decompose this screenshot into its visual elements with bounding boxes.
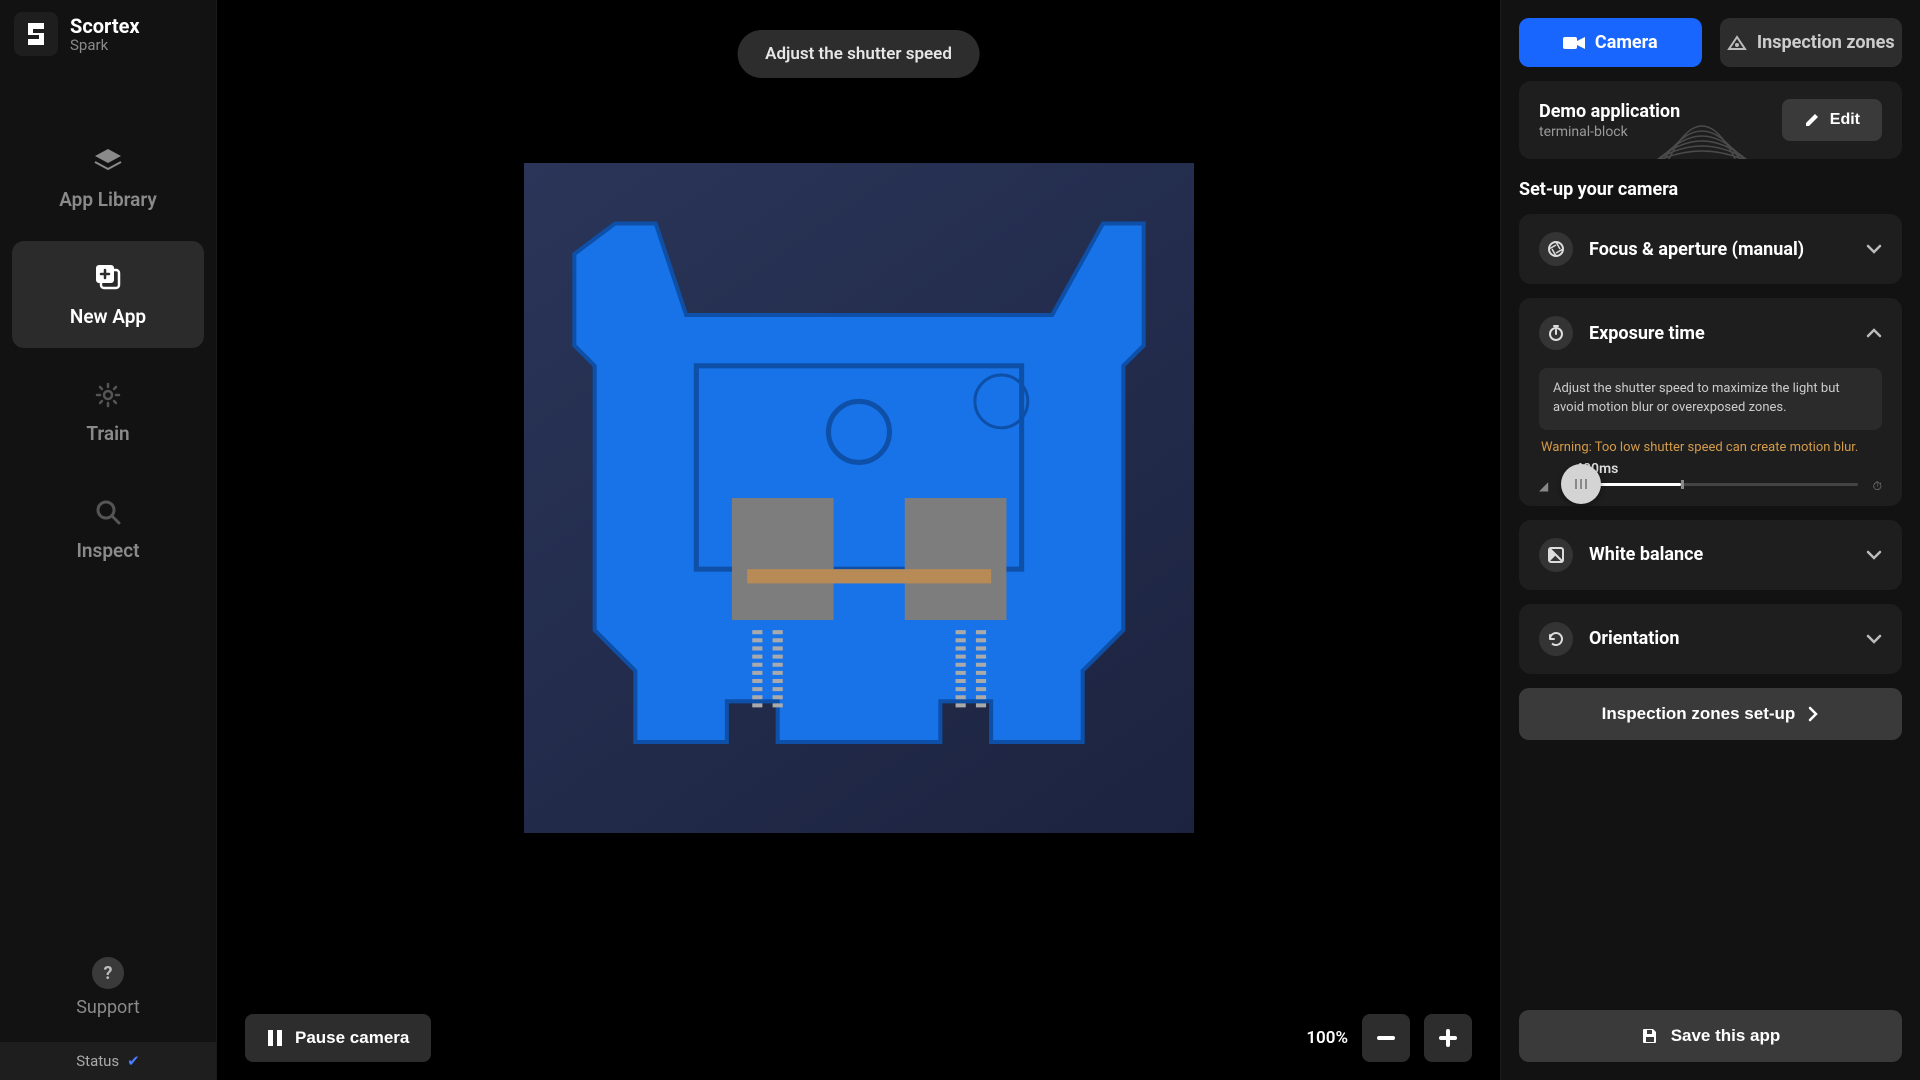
zoom-out-button[interactable] [1362, 1014, 1410, 1062]
edit-button[interactable]: Edit [1782, 99, 1882, 141]
brand-title: Scortex [70, 14, 140, 38]
panel-tabs: Camera Inspection zones [1519, 18, 1902, 67]
slider-track [1563, 483, 1858, 486]
slider-mark [1681, 480, 1684, 489]
support-button[interactable]: ? Support [76, 949, 140, 1034]
part-illustration [554, 193, 1164, 803]
timer-icon [1539, 316, 1573, 350]
accordion-exposure: Exposure time Adjust the shutter speed t… [1519, 298, 1902, 506]
zones-setup-label: Inspection zones set-up [1602, 704, 1796, 724]
rotate-icon [1539, 622, 1573, 656]
new-app-icon [91, 261, 125, 295]
accordion-white-balance: White balance [1519, 520, 1902, 590]
nav-train[interactable]: Train [12, 358, 204, 465]
camera-image [524, 163, 1194, 833]
accordion-title: Exposure time [1589, 323, 1850, 344]
aperture-icon [1539, 232, 1573, 266]
nav-label: App Library [59, 188, 157, 211]
brand-block: Scortex Spark [0, 0, 216, 68]
pause-label: Pause camera [295, 1028, 409, 1048]
nav-inspect[interactable]: Inspect [12, 475, 204, 582]
brand-logo-icon [14, 12, 58, 56]
chevron-down-icon [1866, 550, 1882, 560]
camera-viewport[interactable] [217, 0, 1500, 996]
sidebar: Scortex Spark App Library New App [0, 0, 217, 1080]
main-viewport: Adjust the shutter speed Pause [217, 0, 1500, 1080]
exposure-slider[interactable]: ◢ ⏱ 400ms [1539, 465, 1882, 486]
gear-icon [91, 378, 125, 412]
layers-icon [91, 144, 125, 178]
support-label: Support [76, 997, 140, 1018]
nav: App Library New App Train Inspect [0, 108, 216, 598]
status-label: Status [76, 1052, 119, 1070]
exposure-description: Adjust the shutter speed to maximize the… [1539, 368, 1882, 430]
chevron-up-icon [1866, 328, 1882, 338]
white-balance-icon [1539, 538, 1573, 572]
application-card: Demo application terminal-block Edit [1519, 81, 1902, 159]
nav-label: New App [70, 305, 146, 328]
exposure-warning: Warning: Too low shutter speed can creat… [1541, 440, 1880, 455]
chevron-down-icon [1866, 634, 1882, 644]
nav-app-library[interactable]: App Library [12, 124, 204, 231]
accordion-title: Orientation [1589, 628, 1850, 649]
accordion-header-white-balance[interactable]: White balance [1519, 520, 1902, 590]
nav-label: Train [86, 422, 129, 445]
inspection-zones-setup-button[interactable]: Inspection zones set-up [1519, 688, 1902, 740]
accordion-header-orientation[interactable]: Orientation [1519, 604, 1902, 674]
slider-min-icon: ◢ [1539, 479, 1548, 493]
help-icon: ? [92, 957, 124, 989]
zoom-controls: 100% [1306, 1014, 1472, 1062]
accordion-title: Focus & aperture (manual) [1589, 239, 1850, 260]
accordion-focus: Focus & aperture (manual) [1519, 214, 1902, 284]
edit-label: Edit [1830, 111, 1860, 129]
slider-max-icon: ⏱ [1873, 479, 1882, 494]
accordion-title: White balance [1589, 544, 1850, 565]
chevron-right-icon [1807, 705, 1819, 723]
section-heading: Set-up your camera [1519, 179, 1902, 200]
camera-icon [1563, 35, 1585, 51]
accordion-header-focus[interactable]: Focus & aperture (manual) [1519, 214, 1902, 284]
magnifier-icon [91, 495, 125, 529]
zoom-value: 100% [1306, 1028, 1348, 1048]
zones-icon [1727, 35, 1747, 51]
tab-inspection-zones[interactable]: Inspection zones [1720, 18, 1903, 67]
pencil-icon [1804, 112, 1820, 128]
chevron-down-icon [1866, 244, 1882, 254]
bottom-toolbar: Pause camera 100% [217, 996, 1500, 1080]
check-icon: ✔ [127, 1052, 140, 1070]
pause-icon [267, 1029, 283, 1047]
save-icon [1641, 1027, 1659, 1045]
plus-icon [1439, 1029, 1457, 1047]
save-label: Save this app [1671, 1026, 1781, 1046]
tab-camera[interactable]: Camera [1519, 18, 1702, 67]
accordion-orientation: Orientation [1519, 604, 1902, 674]
status-bar[interactable]: Status ✔ [0, 1042, 216, 1080]
save-app-button[interactable]: Save this app [1519, 1010, 1902, 1062]
nav-label: Inspect [76, 539, 139, 562]
nav-new-app[interactable]: New App [12, 241, 204, 348]
tab-label: Inspection zones [1757, 32, 1895, 53]
tab-label: Camera [1595, 32, 1658, 53]
settings-panel: Camera Inspection zones Demo application… [1500, 0, 1920, 1080]
app-subtitle: terminal-block [1539, 124, 1680, 140]
brand-subtitle: Spark [70, 36, 140, 54]
accordion-header-exposure[interactable]: Exposure time [1519, 298, 1902, 368]
pause-camera-button[interactable]: Pause camera [245, 1014, 431, 1062]
slider-thumb[interactable] [1561, 464, 1601, 504]
minus-icon [1377, 1036, 1395, 1040]
zoom-in-button[interactable] [1424, 1014, 1472, 1062]
app-title: Demo application [1539, 101, 1680, 122]
toast-message: Adjust the shutter speed [737, 30, 980, 78]
